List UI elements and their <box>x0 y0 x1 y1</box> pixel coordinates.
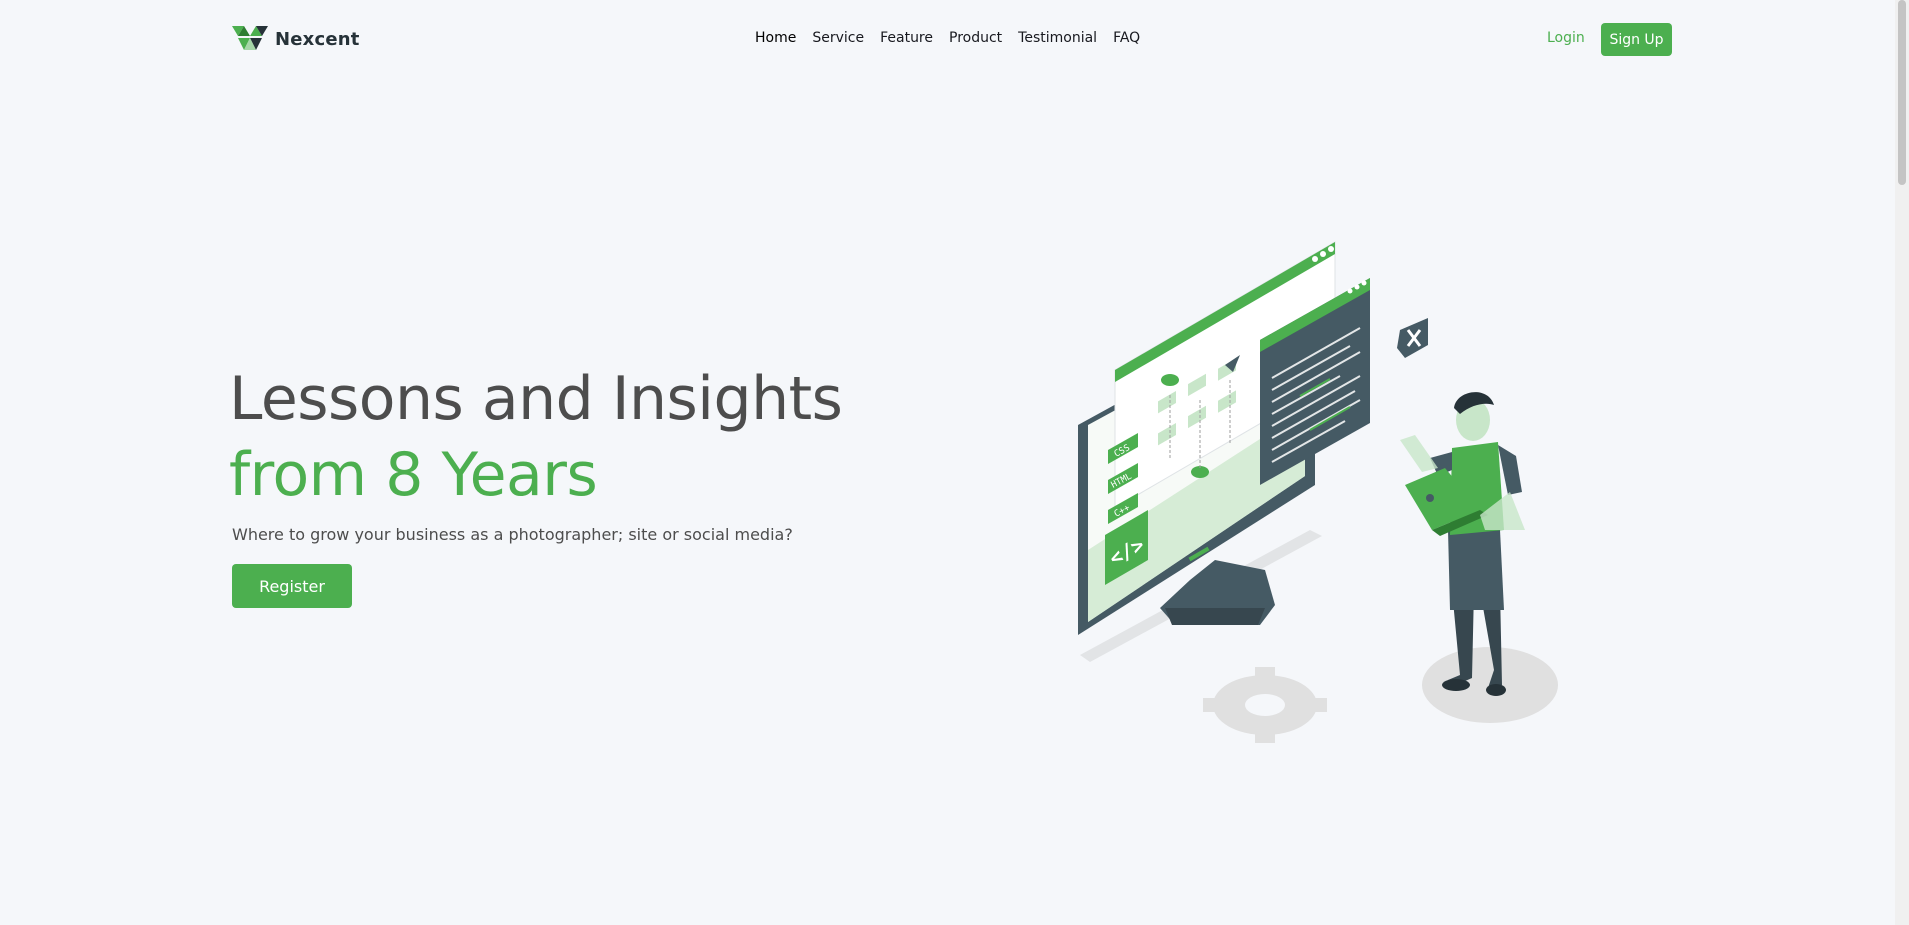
nav-home[interactable]: Home <box>755 30 796 46</box>
nav-faq[interactable]: FAQ <box>1113 30 1140 46</box>
scrollbar[interactable] <box>1895 0 1909 925</box>
developer-illustration: CSS HTML C++ </> <box>1078 241 1558 743</box>
scrollbar-thumb[interactable] <box>1898 0 1906 185</box>
nav-service[interactable]: Service <box>812 30 864 46</box>
close-icon <box>1397 318 1428 358</box>
landing-page: Nexcent Home Service Feature Product Tes… <box>0 0 1909 925</box>
nav-testimonial[interactable]: Testimonial <box>1018 30 1097 46</box>
nexcent-logo-icon <box>232 26 268 50</box>
register-button[interactable]: Register <box>232 564 352 608</box>
login-link[interactable]: Login <box>1547 30 1585 46</box>
signup-button[interactable]: Sign Up <box>1601 23 1672 56</box>
brand-name: Nexcent <box>275 28 360 50</box>
nav-product[interactable]: Product <box>949 30 1002 46</box>
gear-icon <box>1203 667 1327 743</box>
main-nav: Home Service Feature Product Testimonial… <box>755 30 1156 46</box>
hero-title-accent: from 8 Years <box>229 440 598 510</box>
hero-title: Lessons and Insights <box>229 364 843 434</box>
nav-feature[interactable]: Feature <box>880 30 933 46</box>
brand-logo[interactable]: Nexcent <box>232 26 360 52</box>
hero-subtitle: Where to grow your business as a photogr… <box>232 525 793 544</box>
